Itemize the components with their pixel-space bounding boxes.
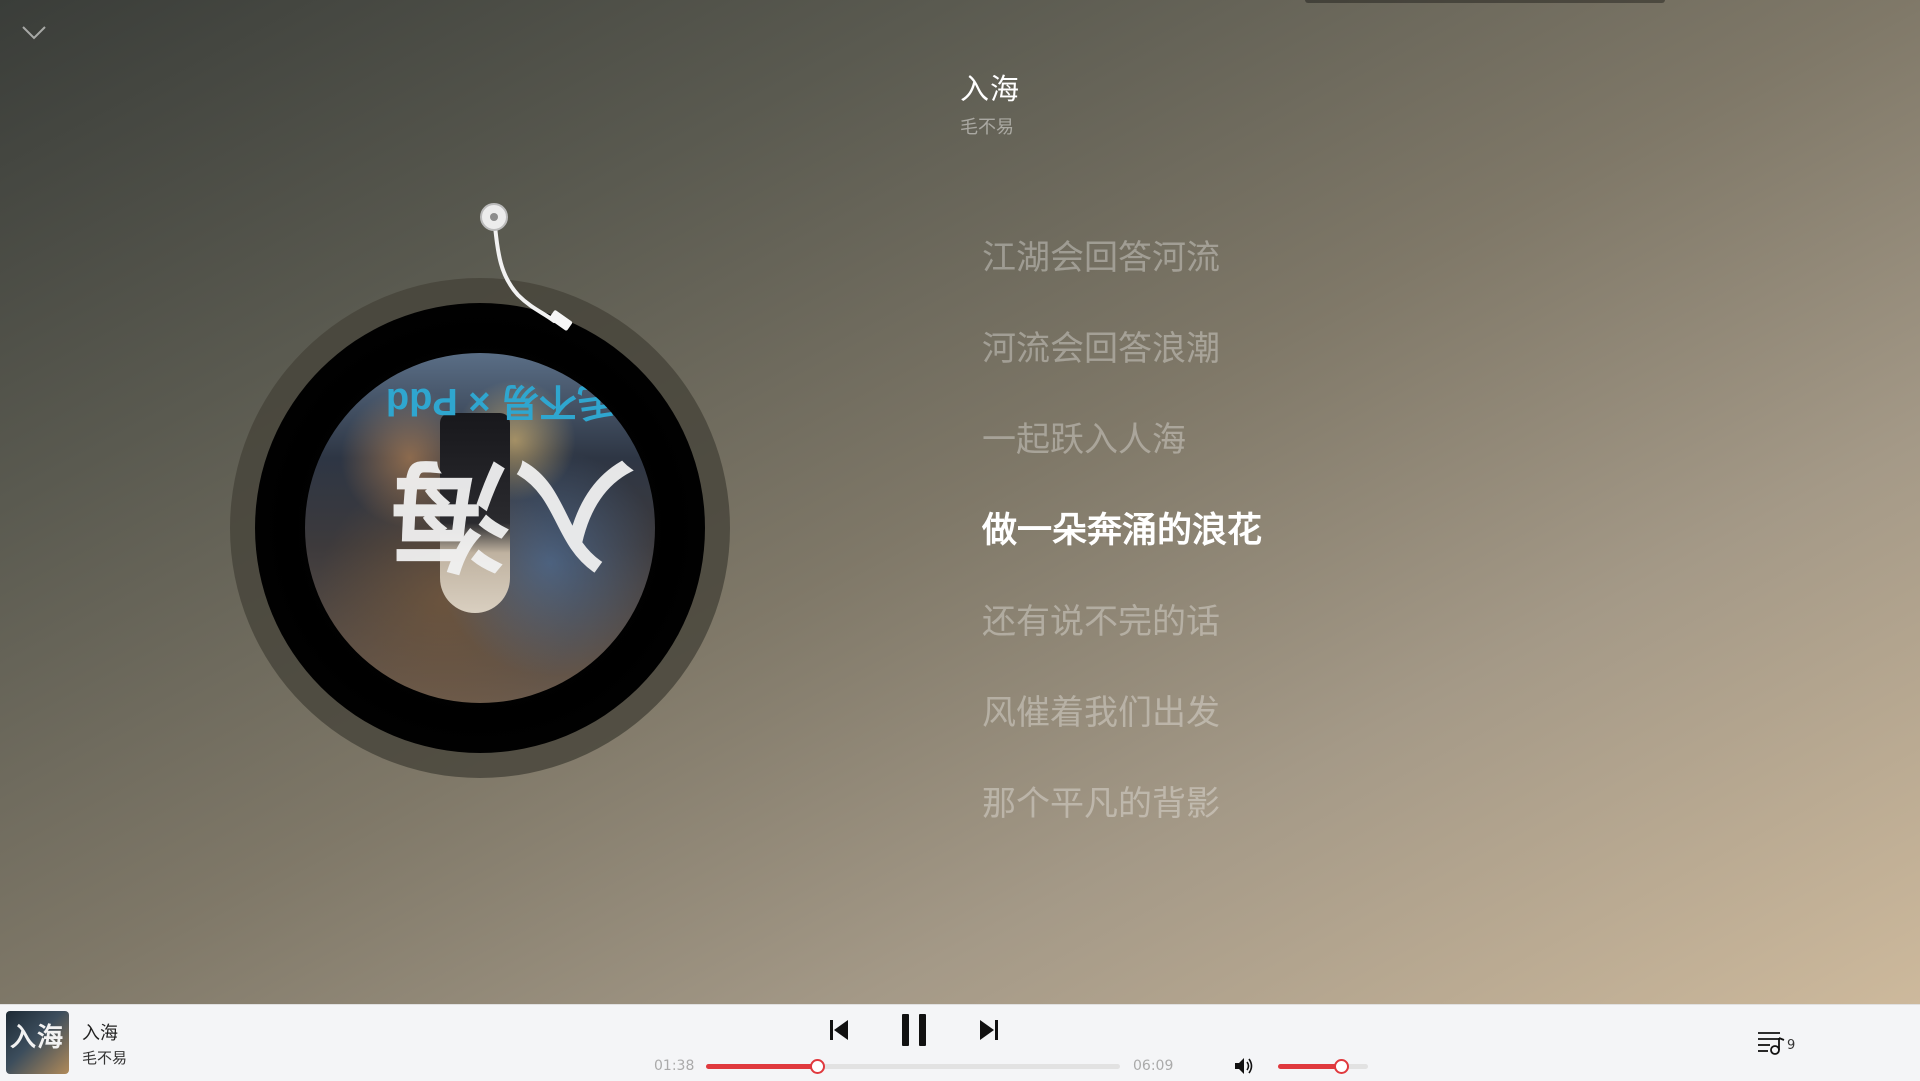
lyric-line[interactable]: 风催着我们出发 [982, 692, 1582, 783]
lyric-line[interactable]: 还有说不完的话 [982, 601, 1582, 692]
pause-icon[interactable] [898, 1010, 930, 1050]
player-bar: 入海 入海 毛不易 [0, 1004, 1920, 1081]
album-cover: 入海 毛不易 × Pdd [305, 353, 655, 703]
cover-title-text: 入海 [387, 443, 635, 584]
progress-slider[interactable] [706, 1059, 1120, 1074]
top-shadow [1305, 0, 1665, 3]
current-time: 01:38 [654, 1058, 695, 1074]
song-artist: 毛不易 [960, 117, 1014, 138]
volume-handle[interactable] [1334, 1059, 1349, 1074]
cover-artist-text: 毛不易 × Pdd [385, 380, 615, 422]
mini-cover-text: 入海 [10, 1023, 65, 1053]
lyric-line-current[interactable]: 做一朵奔涌的浪花 [982, 510, 1582, 601]
lyric-line[interactable]: 江湖会回答河流 [982, 237, 1582, 328]
volume-slider[interactable] [1278, 1059, 1368, 1074]
skip-next-icon[interactable] [978, 1018, 1000, 1042]
progress-fill [706, 1064, 817, 1069]
mini-album-cover[interactable]: 入海 [6, 1011, 69, 1074]
now-playing-view: 入海 毛不易 入海 毛不易 × Pdd 江湖会回答河流 河流会回答浪潮 一起跃入… [0, 0, 1920, 1004]
total-time: 06:09 [1133, 1058, 1174, 1074]
song-title: 入海 [960, 72, 1021, 106]
progress-handle[interactable] [809, 1059, 825, 1074]
lyric-line[interactable]: 那个平凡的背影 [982, 783, 1582, 874]
volume-icon[interactable] [1233, 1055, 1255, 1077]
lyric-line[interactable]: 河流会回答浪潮 [982, 328, 1582, 419]
lyric-line[interactable]: 一起跃入人海 [982, 419, 1582, 510]
tonearm [470, 195, 610, 375]
skip-previous-icon[interactable] [828, 1018, 850, 1042]
chevron-down-icon[interactable] [18, 18, 50, 46]
playlist-count: 9 [1787, 1038, 1796, 1053]
lyrics-panel: 江湖会回答河流 河流会回答浪潮 一起跃入人海 做一朵奔涌的浪花 还有说不完的话 … [982, 237, 1582, 874]
volume-fill [1278, 1064, 1341, 1069]
player-artist[interactable]: 毛不易 [82, 1047, 127, 1068]
player-song-title[interactable]: 入海 [82, 1019, 118, 1045]
